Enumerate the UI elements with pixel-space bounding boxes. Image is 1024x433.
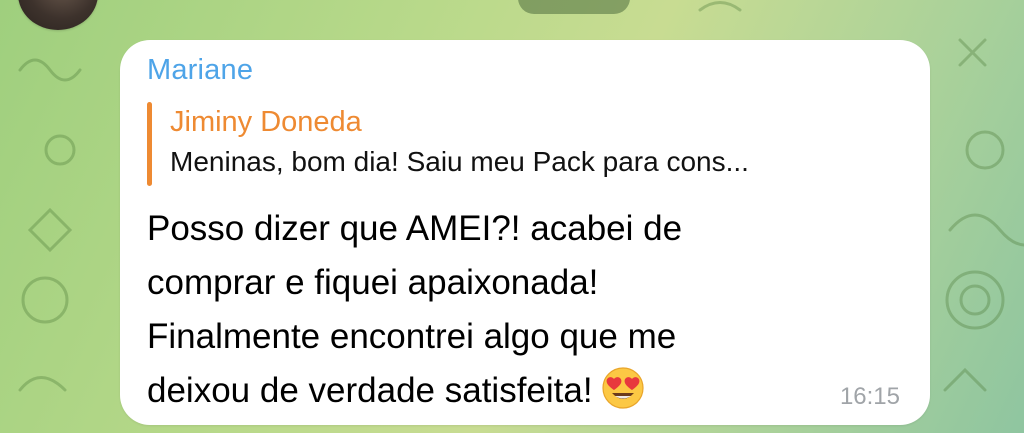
- message-text: Posso dizer que AMEI?! acabei de comprar…: [147, 202, 847, 418]
- reply-accent-bar: [147, 102, 152, 186]
- message-line: comprar e fiquei apaixonada!: [147, 263, 599, 302]
- message-line: deixou de verdade satisfeita!: [147, 364, 847, 418]
- reply-preview-text: Meninas, bom dia! Saiu meu Pack para con…: [170, 146, 749, 177]
- message-bubble[interactable]: Mariane Jiminy Doneda Meninas, bom dia! …: [120, 40, 930, 425]
- message-line-text: deixou de verdade satisfeita!: [147, 371, 593, 410]
- sender-avatar[interactable]: [18, 0, 98, 30]
- message-timestamp: 16:15: [839, 383, 900, 410]
- date-pill: [518, 0, 630, 14]
- reply-quote[interactable]: Jiminy Doneda Meninas, bom dia! Saiu meu…: [147, 102, 907, 186]
- sender-name[interactable]: Mariane: [147, 54, 253, 87]
- reply-author: Jiminy Doneda: [170, 106, 362, 138]
- message-line: Posso dizer que AMEI?! acabei de: [147, 209, 683, 248]
- heart-eyes-emoji-icon: [601, 366, 645, 410]
- message-line: Finalmente encontrei algo que me: [147, 317, 677, 356]
